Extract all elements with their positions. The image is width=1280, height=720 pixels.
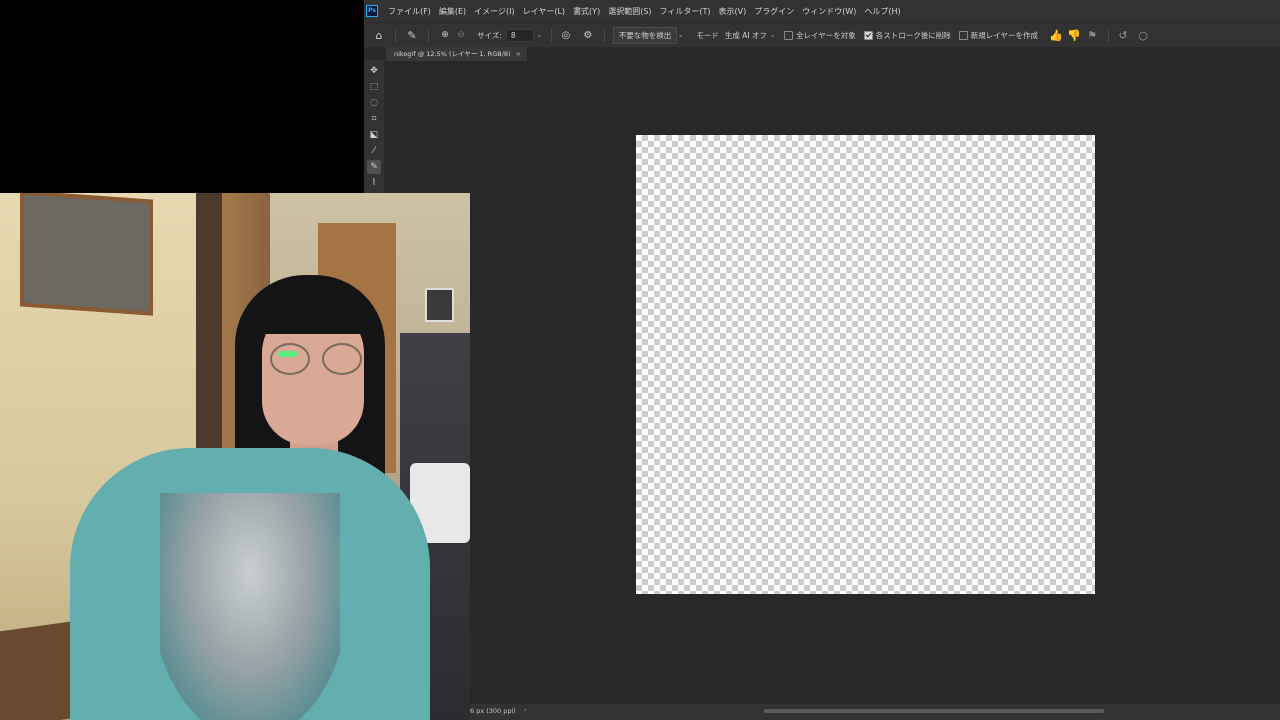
checkbox-checked-icon (863, 30, 873, 40)
menu-filter[interactable]: フィルター(T) (656, 6, 715, 17)
chevron-down-icon[interactable]: ⌄ (769, 31, 776, 39)
thumbs-up-icon[interactable]: 👍 (1048, 27, 1064, 43)
divider (550, 28, 552, 42)
wall-picture-frame (20, 193, 153, 316)
glasses-glint (278, 351, 298, 357)
chevron-right-icon[interactable]: › (524, 706, 527, 714)
divider (395, 28, 396, 42)
undo-icon[interactable]: ↺ (1115, 27, 1131, 43)
menu-bar: Ps ファイル(F) 編集(E) イメージ(I) レイヤー(L) 書式(Y) 選… (364, 0, 1280, 22)
glasses-left-lens (270, 343, 310, 375)
mode-label: モード (696, 30, 719, 40)
webcam-overlay (0, 193, 470, 720)
document-tab-bar: nikogif @ 12.5% (レイヤー 1, RGB/8) × (386, 47, 1280, 61)
divider (428, 28, 429, 42)
subtract-from-stroke-icon[interactable]: ⊖ (453, 27, 469, 43)
horizontal-scrollbar[interactable] (764, 709, 1104, 713)
crop-tool-icon[interactable]: ⌗ (367, 112, 381, 126)
menu-edit[interactable]: 編集(E) (435, 6, 470, 17)
circle-icon[interactable]: ○ (1135, 27, 1151, 43)
move-tool-icon[interactable]: ✥ (367, 64, 381, 78)
menu-file[interactable]: ファイル(F) (384, 6, 435, 17)
marquee-tool-icon[interactable]: ⬚ (367, 80, 381, 94)
pressure-size-icon[interactable]: ◎ (558, 27, 574, 43)
add-to-stroke-icon[interactable]: ⊕ (437, 27, 453, 43)
menu-select[interactable]: 選択範囲(S) (604, 6, 655, 17)
menu-view[interactable]: 表示(V) (715, 6, 751, 17)
document-info: 6 px (300 ppi) (470, 707, 516, 715)
dog-print (160, 493, 340, 720)
detect-distractions-button[interactable]: 不要な物を検出 (612, 26, 678, 44)
close-icon[interactable]: × (516, 50, 521, 58)
home-icon[interactable]: ⌂ (371, 27, 387, 43)
menu-type[interactable]: 書式(Y) (569, 6, 604, 17)
divider (603, 28, 605, 42)
transparent-canvas[interactable] (636, 135, 1095, 594)
remove-after-stroke-checkbox[interactable]: 各ストローク後に削除 (863, 30, 951, 41)
menu-layer[interactable]: レイヤー(L) (519, 6, 569, 17)
options-bar: ⌂ ✎ ⊕ ⊖ サイズ: 8 ⌄ ◎ ⚙ 不要な物を検出 ⌄ モード 生成 AI… (364, 22, 1280, 47)
menu-help[interactable]: ヘルプ(H) (860, 6, 904, 17)
photoshop-logo: Ps (366, 5, 378, 17)
remove-tool-preset-icon[interactable]: ✎ (404, 27, 420, 43)
new-layer-checkbox[interactable]: 新規レイヤーを作成 (958, 30, 1038, 41)
glasses-right-lens (322, 343, 362, 375)
flag-icon[interactable]: ⚑ (1084, 27, 1100, 43)
mode-select[interactable]: 生成 AI オフ (725, 30, 767, 41)
checkbox-icon (958, 30, 968, 40)
document-tab[interactable]: nikogif @ 12.5% (レイヤー 1, RGB/8) × (386, 47, 528, 61)
eyedropper-tool-icon[interactable]: ⁄ (367, 144, 381, 158)
all-layers-checkbox[interactable]: 全レイヤーを対象 (783, 30, 856, 41)
size-input[interactable]: 8 (505, 28, 534, 42)
thumbs-down-icon[interactable]: 👎 (1066, 27, 1082, 43)
checkbox-icon (783, 30, 793, 40)
menu-plugins[interactable]: プラグイン (750, 6, 798, 17)
menu-image[interactable]: イメージ(I) (470, 6, 518, 17)
remove-after-stroke-label: 各ストローク後に削除 (875, 30, 951, 40)
brush-tool-icon[interactable]: ⌇ (367, 176, 381, 190)
gear-icon[interactable]: ⚙ (580, 27, 596, 43)
lasso-tool-icon[interactable]: ◌ (367, 96, 381, 110)
all-layers-label: 全レイヤーを対象 (795, 30, 856, 40)
small-picture (425, 288, 454, 322)
status-bar: 6 px (300 ppi) › (364, 704, 1280, 720)
document-tab-title: nikogif @ 12.5% (レイヤー 1, RGB/8) (394, 50, 511, 58)
chevron-down-icon[interactable]: ⌄ (677, 31, 684, 39)
tools-panel: ✥ ⬚ ◌ ⌗ ⬕ ⁄ ✎ ⌇ (364, 60, 384, 195)
chevron-down-icon[interactable]: ⌄ (536, 31, 543, 39)
new-layer-label: 新規レイヤーを作成 (970, 30, 1038, 40)
remove-tool-icon[interactable]: ✎ (367, 160, 381, 174)
object-select-tool-icon[interactable]: ⬕ (367, 128, 381, 142)
divider (1108, 28, 1109, 42)
size-label: サイズ: (477, 30, 502, 40)
menu-window[interactable]: ウィンドウ(W) (798, 6, 860, 17)
